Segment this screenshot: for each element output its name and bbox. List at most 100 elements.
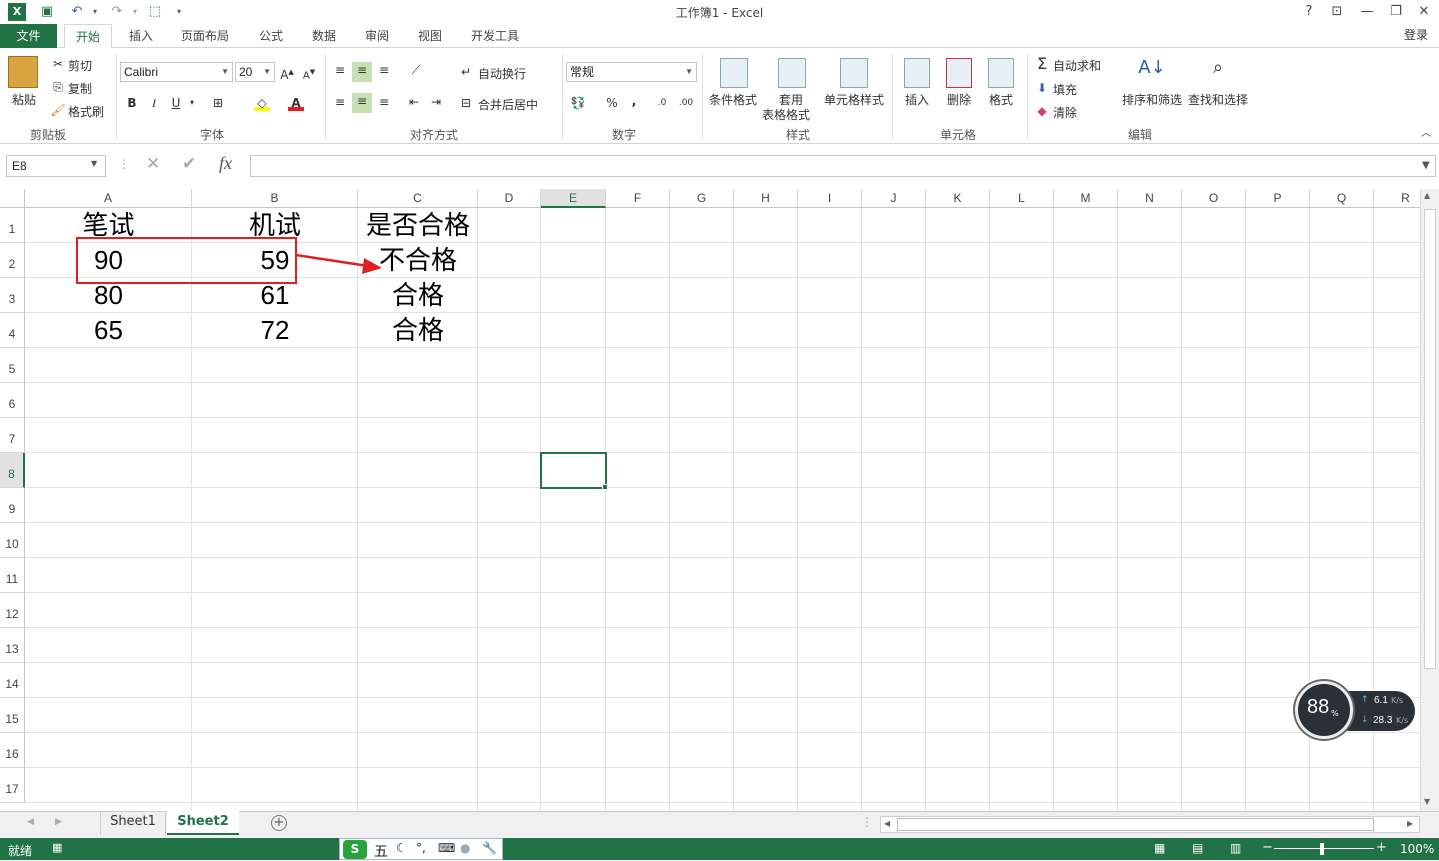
wrap-text-icon[interactable]: ↵	[458, 64, 474, 80]
row-header-10[interactable]: 10	[0, 523, 25, 558]
tab-insert[interactable]: 插入	[120, 24, 162, 48]
font-color-icon[interactable]: A	[288, 95, 304, 111]
zoom-slider[interactable]	[1274, 848, 1374, 849]
insert-cells-button[interactable]: 插入	[905, 91, 929, 108]
tab-home[interactable]: 开始	[64, 24, 112, 48]
page-break-view-icon[interactable]: ▥	[1230, 841, 1241, 855]
clear-icon[interactable]: ◆	[1034, 103, 1050, 119]
align-top-icon[interactable]: ≡	[332, 62, 348, 78]
column-header-e[interactable]: E	[541, 189, 606, 208]
confirm-entry-icon[interactable]: ✔	[182, 154, 196, 174]
tab-developer[interactable]: 开发工具	[462, 24, 528, 48]
scroll-left-icon[interactable]: ◀	[884, 819, 890, 828]
ribbon-display-icon[interactable]: ⊡	[1323, 2, 1351, 22]
number-format-combo[interactable]: 常规 ▼	[566, 62, 697, 82]
cut-button[interactable]: 剪切	[68, 57, 92, 74]
column-header-l[interactable]: L	[990, 189, 1054, 208]
column-header-d[interactable]: D	[478, 189, 541, 208]
cell-styles-button[interactable]: 单元格样式	[824, 91, 884, 108]
tab-view[interactable]: 视图	[409, 24, 451, 48]
decrease-indent-icon[interactable]: ⇤	[406, 94, 422, 110]
grow-font-icon[interactable]: A▲	[279, 64, 295, 82]
row-header-6[interactable]: 6	[0, 383, 25, 418]
fill-handle[interactable]	[602, 484, 608, 490]
tab-page-layout[interactable]: 页面布局	[172, 24, 238, 48]
formula-input[interactable]	[250, 155, 1436, 177]
column-header-c[interactable]: C	[358, 189, 478, 208]
new-sheet-icon[interactable]: +	[271, 815, 287, 831]
row-header-3[interactable]: 3	[0, 278, 25, 313]
row-header-4[interactable]: 4	[0, 313, 25, 348]
column-header-m[interactable]: M	[1054, 189, 1118, 208]
format-as-table-icon[interactable]	[778, 58, 806, 88]
sort-filter-button[interactable]: 排序和筛选	[1122, 91, 1182, 108]
row-header-1[interactable]: 1	[0, 208, 25, 243]
font-size-combo[interactable]: 20 ▼	[235, 62, 275, 82]
increase-indent-icon[interactable]: ⇥	[428, 94, 444, 110]
sogou-ime-icon[interactable]: S	[343, 840, 367, 859]
borders-icon[interactable]: ⊞	[210, 95, 226, 111]
row-header-15[interactable]: 15	[0, 698, 25, 733]
italic-button[interactable]: I	[146, 95, 162, 111]
help-button[interactable]: ?	[1295, 2, 1323, 22]
autosum-button[interactable]: 自动求和	[1053, 57, 1101, 74]
scroll-up-icon[interactable]: ▲	[1424, 191, 1430, 200]
copy-button[interactable]: 复制	[68, 80, 92, 97]
cell-c3[interactable]: 合格	[358, 278, 478, 313]
shrink-font-icon[interactable]: A▼	[301, 64, 317, 81]
user-icon[interactable]: ●	[460, 841, 470, 855]
conditional-format-button[interactable]: 条件格式	[709, 91, 757, 108]
orientation-icon[interactable]: ⟋	[408, 62, 424, 78]
font-name-combo[interactable]: Calibri ▼	[120, 62, 233, 82]
zoom-level[interactable]: 100%	[1400, 842, 1434, 856]
vertical-scrollbar[interactable]: ▲ ▼	[1420, 189, 1439, 811]
column-header-b[interactable]: B	[192, 189, 358, 208]
column-header-g[interactable]: G	[670, 189, 734, 208]
redo-dropdown-icon[interactable]: ▾	[126, 3, 144, 21]
select-all-corner[interactable]	[0, 189, 25, 208]
name-box-dropdown-icon[interactable]: ▼	[91, 159, 97, 168]
conditional-format-icon[interactable]	[720, 58, 748, 88]
paste-button[interactable]: 粘贴	[12, 91, 36, 108]
align-right-icon[interactable]: ≡	[376, 94, 392, 110]
paste-icon[interactable]	[8, 56, 38, 88]
copy-icon[interactable]: ⎘	[50, 79, 66, 95]
fill-icon[interactable]: ⬇	[1034, 80, 1050, 96]
row-header-16[interactable]: 16	[0, 733, 25, 768]
restore-icon[interactable]: ❐	[1382, 2, 1410, 22]
row-header-14[interactable]: 14	[0, 663, 25, 698]
cell-c4[interactable]: 合格	[358, 313, 478, 348]
normal-view-icon[interactable]: ▦	[1154, 841, 1165, 855]
undo-dropdown-icon[interactable]: ▾	[86, 3, 104, 21]
redo-icon[interactable]: ↷	[108, 3, 126, 21]
ime-toolbar[interactable]: S 五 ☾ °, ⌨ ● 🔧	[339, 838, 503, 860]
moon-icon[interactable]: ☾	[396, 841, 407, 855]
sort-filter-icon[interactable]: A↓	[1138, 59, 1166, 88]
tab-file[interactable]: 文件	[0, 24, 57, 48]
sign-in-link[interactable]: 登录	[1404, 26, 1428, 43]
format-as-table-label-2[interactable]: 表格格式	[762, 106, 810, 123]
row-header-11[interactable]: 11	[0, 558, 25, 593]
cell-b4[interactable]: 72	[192, 313, 358, 348]
cancel-entry-icon[interactable]: ✕	[146, 154, 160, 174]
sheet-tab-sheet1[interactable]: Sheet1	[100, 811, 166, 835]
bold-button[interactable]: B	[124, 95, 140, 111]
clear-button[interactable]: 清除	[1053, 104, 1077, 121]
network-speed-widget[interactable]: 88 % ↑ 6.1 K/s ↓ 28.3 K/s	[1295, 681, 1415, 739]
prev-sheet-icon[interactable]: ◀	[27, 817, 34, 827]
increase-decimal-icon[interactable]: .0	[654, 95, 670, 111]
column-header-j[interactable]: J	[862, 189, 926, 208]
row-header-7[interactable]: 7	[0, 418, 25, 453]
tab-review[interactable]: 审阅	[356, 24, 398, 48]
column-header-n[interactable]: N	[1118, 189, 1182, 208]
format-cells-button[interactable]: 格式	[989, 91, 1013, 108]
align-left-icon[interactable]: ≡	[332, 94, 348, 110]
tab-data[interactable]: 数据	[303, 24, 345, 48]
row-header-8[interactable]: 8	[0, 453, 25, 488]
undo-icon[interactable]: ↶	[68, 3, 86, 21]
align-bottom-icon[interactable]: ≡	[376, 62, 392, 78]
scroll-down-icon[interactable]: ▼	[1424, 797, 1430, 806]
column-header-i[interactable]: I	[798, 189, 862, 208]
column-header-k[interactable]: K	[926, 189, 990, 208]
row-header-13[interactable]: 13	[0, 628, 25, 663]
